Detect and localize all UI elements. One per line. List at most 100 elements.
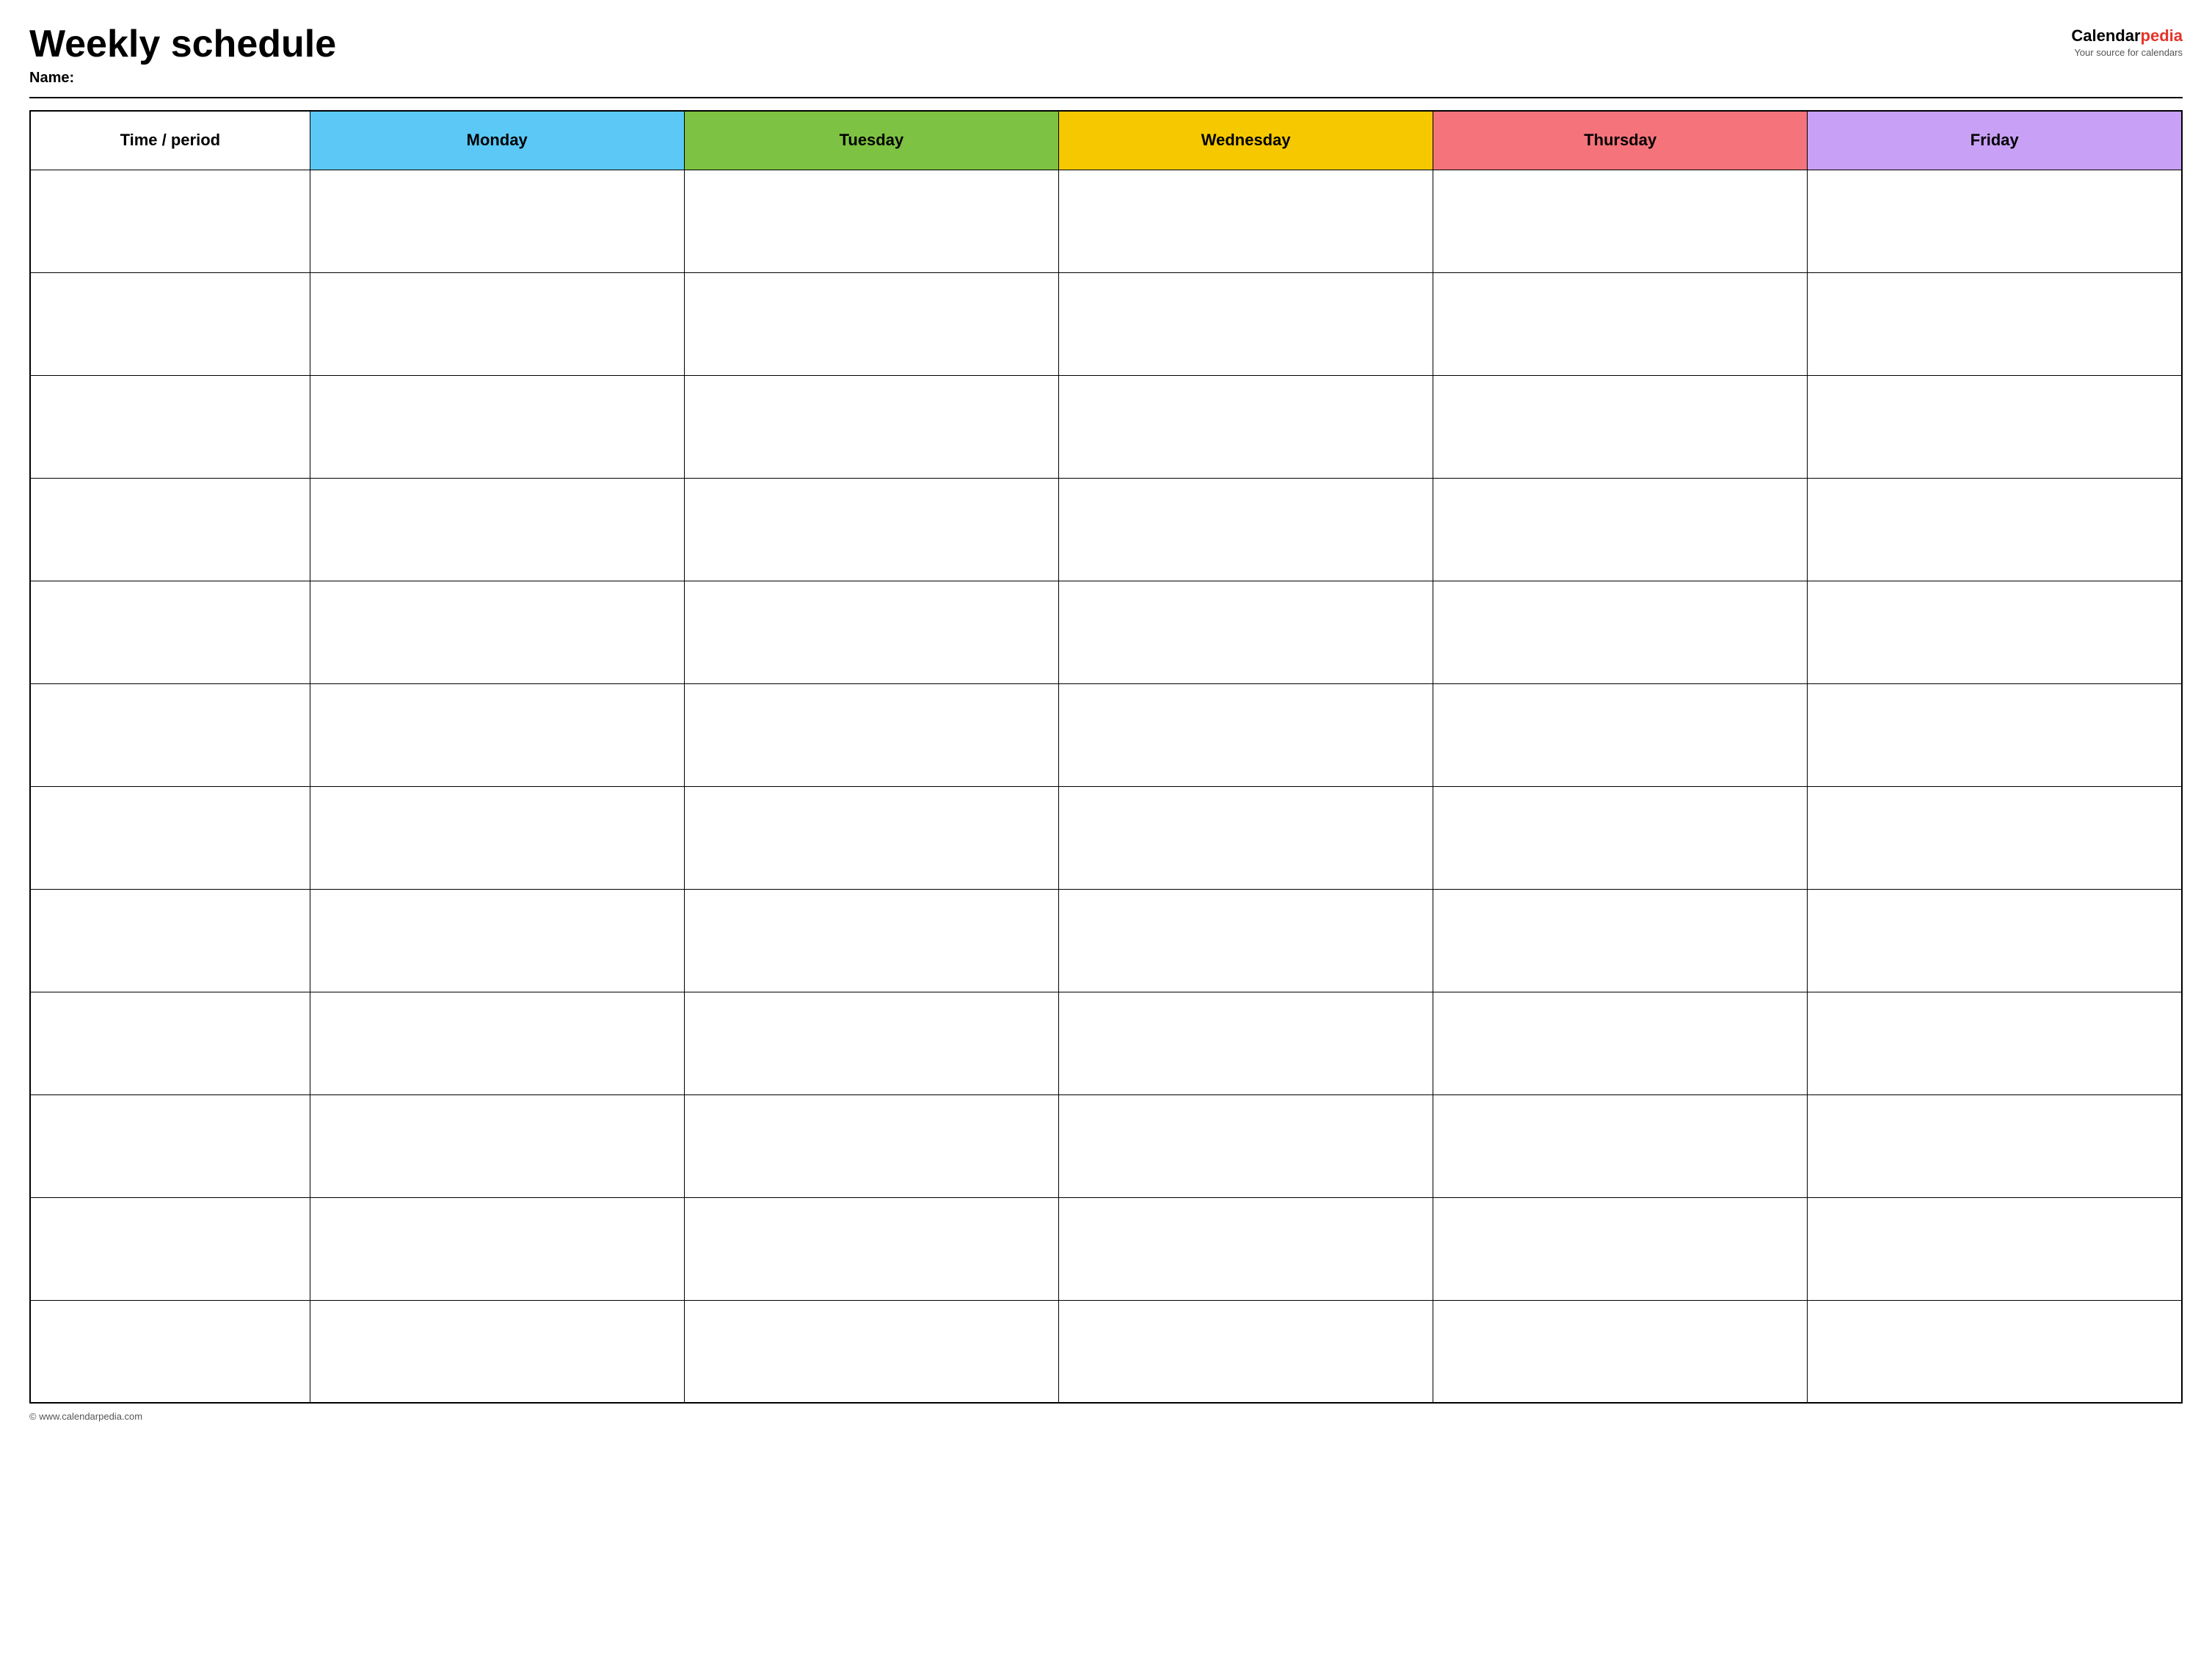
time-cell[interactable] — [30, 683, 310, 786]
day-cell[interactable] — [1808, 992, 2182, 1094]
day-cell[interactable] — [1058, 1094, 1433, 1197]
day-cell[interactable] — [310, 992, 684, 1094]
day-cell[interactable] — [310, 1197, 684, 1300]
day-cell[interactable] — [684, 581, 1058, 683]
day-cell[interactable] — [310, 683, 684, 786]
day-cell[interactable] — [1808, 170, 2182, 272]
time-cell[interactable] — [30, 992, 310, 1094]
day-cell[interactable] — [684, 992, 1058, 1094]
footer-text: © www.calendarpedia.com — [29, 1411, 142, 1422]
day-cell[interactable] — [1058, 170, 1433, 272]
day-cell[interactable] — [684, 375, 1058, 478]
time-cell[interactable] — [30, 889, 310, 992]
table-row — [30, 683, 2182, 786]
day-cell[interactable] — [1808, 1197, 2182, 1300]
table-row — [30, 889, 2182, 992]
header-divider — [29, 97, 2183, 98]
day-cell[interactable] — [684, 170, 1058, 272]
day-cell[interactable] — [310, 1300, 684, 1403]
day-cell[interactable] — [1808, 272, 2182, 375]
day-cell[interactable] — [1058, 272, 1433, 375]
day-cell[interactable] — [684, 683, 1058, 786]
time-cell[interactable] — [30, 375, 310, 478]
logo-area: Calendarpedia Your source for calendars — [2071, 26, 2183, 58]
day-cell[interactable] — [1433, 581, 1808, 683]
day-cell[interactable] — [1058, 683, 1433, 786]
day-cell[interactable] — [1433, 786, 1808, 889]
day-cell[interactable] — [310, 1094, 684, 1197]
day-cell[interactable] — [1433, 272, 1808, 375]
col-header-time: Time / period — [30, 111, 310, 170]
day-cell[interactable] — [1433, 1300, 1808, 1403]
table-row — [30, 478, 2182, 581]
day-cell[interactable] — [1058, 786, 1433, 889]
day-cell[interactable] — [1808, 889, 2182, 992]
day-cell[interactable] — [1808, 1094, 2182, 1197]
table-row — [30, 581, 2182, 683]
schedule-table: Time / period Monday Tuesday Wednesday T… — [29, 110, 2183, 1404]
day-cell[interactable] — [1433, 683, 1808, 786]
day-cell[interactable] — [684, 478, 1058, 581]
table-body — [30, 170, 2182, 1403]
day-cell[interactable] — [1808, 375, 2182, 478]
day-cell[interactable] — [310, 786, 684, 889]
day-cell[interactable] — [1058, 1300, 1433, 1403]
day-cell[interactable] — [1433, 1197, 1808, 1300]
day-cell[interactable] — [1058, 581, 1433, 683]
time-cell[interactable] — [30, 581, 310, 683]
day-cell[interactable] — [1433, 170, 1808, 272]
day-cell[interactable] — [1058, 992, 1433, 1094]
time-cell[interactable] — [30, 1300, 310, 1403]
day-cell[interactable] — [684, 786, 1058, 889]
time-cell[interactable] — [30, 272, 310, 375]
time-cell[interactable] — [30, 786, 310, 889]
day-cell[interactable] — [1808, 581, 2182, 683]
day-cell[interactable] — [1433, 1094, 1808, 1197]
header: Weekly schedule Name: Calendarpedia Your… — [29, 23, 2183, 87]
time-cell[interactable] — [30, 1094, 310, 1197]
day-cell[interactable] — [310, 581, 684, 683]
day-cell[interactable] — [310, 170, 684, 272]
logo-tagline: Your source for calendars — [2074, 47, 2183, 58]
logo-text: Calendarpedia — [2071, 26, 2183, 46]
day-cell[interactable] — [1058, 375, 1433, 478]
day-cell[interactable] — [1433, 375, 1808, 478]
day-cell[interactable] — [310, 375, 684, 478]
col-header-tuesday: Tuesday — [684, 111, 1058, 170]
day-cell[interactable] — [1808, 683, 2182, 786]
col-header-wednesday: Wednesday — [1058, 111, 1433, 170]
day-cell[interactable] — [1433, 992, 1808, 1094]
logo-red: pedia — [2141, 26, 2183, 45]
day-cell[interactable] — [684, 272, 1058, 375]
table-row — [30, 170, 2182, 272]
day-cell[interactable] — [1058, 478, 1433, 581]
day-cell[interactable] — [1058, 1197, 1433, 1300]
table-row — [30, 1094, 2182, 1197]
day-cell[interactable] — [310, 478, 684, 581]
col-header-friday: Friday — [1808, 111, 2182, 170]
day-cell[interactable] — [684, 1094, 1058, 1197]
day-cell[interactable] — [1808, 786, 2182, 889]
time-cell[interactable] — [30, 1197, 310, 1300]
day-cell[interactable] — [1808, 478, 2182, 581]
table-row — [30, 272, 2182, 375]
time-cell[interactable] — [30, 478, 310, 581]
day-cell[interactable] — [310, 889, 684, 992]
table-header-row: Time / period Monday Tuesday Wednesday T… — [30, 111, 2182, 170]
table-row — [30, 786, 2182, 889]
time-cell[interactable] — [30, 170, 310, 272]
table-row — [30, 992, 2182, 1094]
day-cell[interactable] — [684, 1300, 1058, 1403]
day-cell[interactable] — [684, 889, 1058, 992]
day-cell[interactable] — [310, 272, 684, 375]
page-title: Weekly schedule — [29, 23, 336, 65]
name-label: Name: — [29, 70, 336, 87]
day-cell[interactable] — [1433, 478, 1808, 581]
col-header-monday: Monday — [310, 111, 684, 170]
day-cell[interactable] — [1808, 1300, 2182, 1403]
table-row — [30, 1300, 2182, 1403]
day-cell[interactable] — [1058, 889, 1433, 992]
logo-black: Calendar — [2071, 26, 2140, 45]
day-cell[interactable] — [684, 1197, 1058, 1300]
day-cell[interactable] — [1433, 889, 1808, 992]
